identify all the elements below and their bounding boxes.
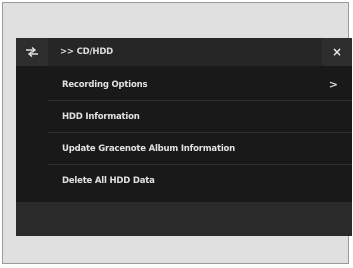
menu-item-label: Recording Options: [62, 80, 148, 90]
footer-bar: [16, 202, 352, 236]
close-icon: ×: [331, 45, 343, 59]
header-bar: >> CD/HDD ×: [16, 38, 352, 66]
back-arrow-icon: [25, 47, 39, 57]
menu-item-label: Delete All HDD Data: [62, 176, 155, 186]
close-button[interactable]: ×: [322, 38, 352, 66]
page-title: >> CD/HDD: [60, 47, 114, 57]
back-button[interactable]: [16, 38, 48, 66]
menu-item-hdd-information[interactable]: HDD Information: [48, 101, 352, 133]
menu-item-label: Update Gracenote Album Information: [62, 144, 236, 154]
menu-item-recording-options[interactable]: Recording Options >: [48, 69, 352, 101]
menu-item-update-gracenote[interactable]: Update Gracenote Album Information: [48, 133, 352, 165]
menu-item-delete-all-hdd-data[interactable]: Delete All HDD Data: [48, 165, 352, 197]
menu-item-label: HDD Information: [62, 112, 140, 122]
chevron-right-icon: >: [328, 78, 338, 91]
menu-screen: >> CD/HDD × Recording Options > HDD Info…: [16, 38, 352, 236]
